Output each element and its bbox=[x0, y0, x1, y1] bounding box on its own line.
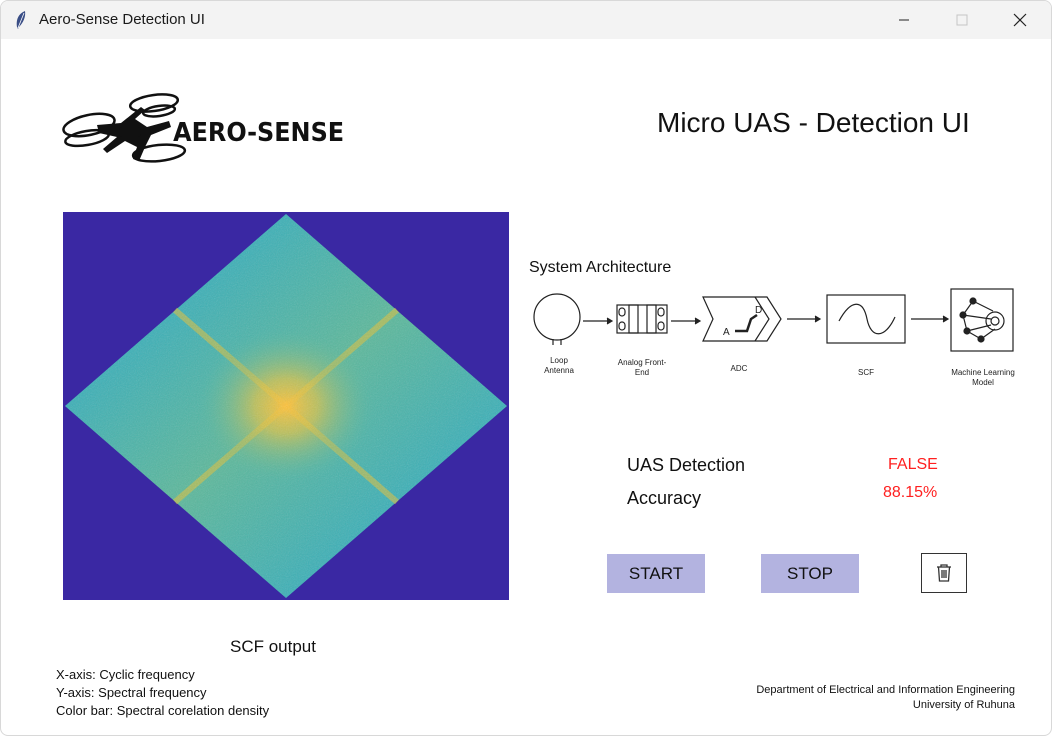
architecture-diagram: Loop Antenna Analog Front- End ADC SCF M… bbox=[533, 288, 1015, 387]
y-axis-note: Y-axis: Spectral frequency bbox=[56, 685, 207, 700]
sine-wave-icon bbox=[826, 294, 906, 344]
window-title: Aero-Sense Detection UI bbox=[39, 11, 205, 28]
app-window: Aero-Sense Detection UI AERO-SENSE Micro… bbox=[0, 0, 1052, 736]
svg-text:D: D bbox=[755, 305, 762, 316]
start-button[interactable]: START bbox=[607, 554, 705, 593]
axis-notes: X-axis: Cyclic frequency Y-axis: Spectra… bbox=[56, 666, 269, 720]
arch-label-afe-1: Analog Front- bbox=[618, 358, 667, 367]
arch-label-ml-2: Model bbox=[972, 378, 994, 387]
maximize-icon bbox=[956, 14, 968, 26]
page-title: Micro UAS - Detection UI bbox=[657, 107, 970, 138]
loop-antenna-icon bbox=[533, 293, 581, 345]
stop-button[interactable]: STOP bbox=[761, 554, 859, 593]
uas-detection-value: FALSE bbox=[888, 456, 938, 473]
arch-label-scf: SCF bbox=[858, 368, 874, 377]
footer: Department of Electrical and Information… bbox=[756, 683, 1015, 713]
x-axis-note: X-axis: Cyclic frequency bbox=[56, 667, 195, 682]
arch-label-ml-1: Machine Learning bbox=[951, 368, 1015, 377]
close-icon bbox=[1013, 13, 1027, 27]
feather-icon bbox=[16, 11, 26, 29]
aero-sense-logo: AERO-SENSE bbox=[62, 93, 344, 163]
maximize-button[interactable] bbox=[939, 1, 985, 39]
accuracy-value: 88.15% bbox=[883, 484, 938, 501]
trash-icon bbox=[937, 564, 951, 582]
title-bar[interactable]: Aero-Sense Detection UI bbox=[1, 1, 1051, 39]
minimize-icon bbox=[899, 19, 909, 21]
accuracy-label: Accuracy bbox=[627, 488, 702, 508]
footer-university: University of Ruhuna bbox=[912, 699, 1015, 711]
svg-text:A: A bbox=[723, 327, 730, 338]
uas-detection-label: UAS Detection bbox=[627, 455, 746, 475]
analog-front-end-icon bbox=[616, 304, 668, 334]
adc-icon bbox=[702, 296, 782, 342]
architecture-title: System Architecture bbox=[529, 259, 672, 276]
arch-label-loop-antenna-2: Antenna bbox=[544, 366, 574, 375]
neural-network-gear-icon bbox=[950, 288, 1014, 352]
scf-caption: SCF output bbox=[230, 637, 316, 656]
arch-label-afe-2: End bbox=[635, 368, 649, 377]
minimize-button[interactable] bbox=[881, 1, 927, 39]
logo-text: AERO-SENSE bbox=[173, 117, 344, 147]
arch-label-adc: ADC bbox=[731, 364, 748, 373]
close-button[interactable] bbox=[997, 1, 1043, 39]
scf-output-plot bbox=[63, 212, 509, 600]
clear-button[interactable] bbox=[921, 553, 967, 593]
color-bar-note: Color bar: Spectral corelation density bbox=[56, 703, 270, 718]
footer-department: Department of Electrical and Information… bbox=[756, 684, 1015, 696]
arch-label-loop-antenna-1: Loop bbox=[550, 356, 568, 365]
